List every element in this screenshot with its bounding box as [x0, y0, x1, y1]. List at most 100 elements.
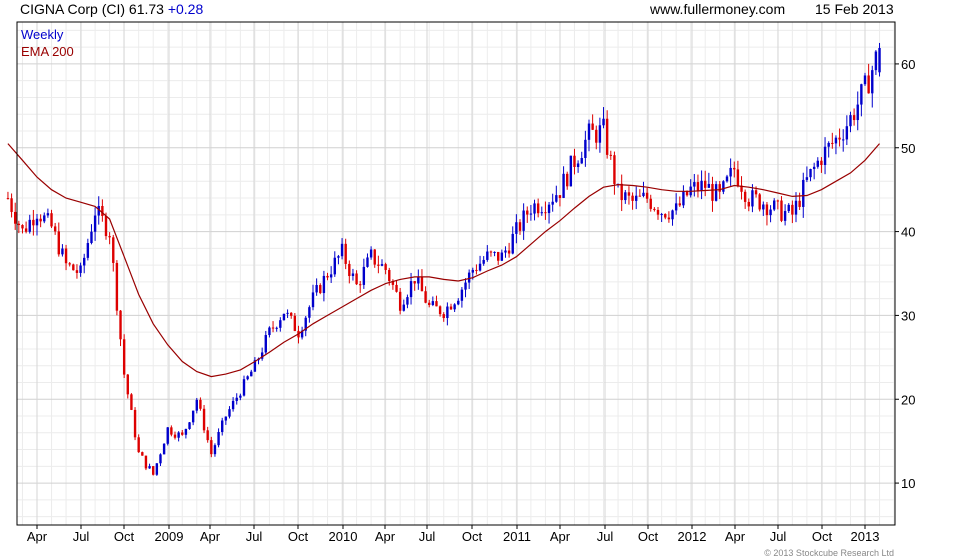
candle-body	[842, 139, 845, 141]
candle-body	[457, 300, 460, 305]
candle-body	[460, 289, 464, 301]
candle-body	[827, 142, 830, 147]
candle-body	[856, 104, 859, 121]
candle-body	[475, 269, 478, 271]
candle-body	[751, 190, 754, 207]
candle-body	[217, 431, 220, 446]
y-tick-label: 60	[901, 57, 915, 72]
candle-body	[838, 137, 841, 140]
candle-body	[435, 301, 438, 307]
candle-body	[584, 139, 587, 158]
candle-body	[35, 218, 39, 226]
candle-body	[224, 416, 228, 421]
candle-body	[704, 180, 707, 188]
candle-body	[518, 222, 522, 231]
candle-body	[620, 183, 623, 201]
candle-body	[311, 292, 315, 308]
candle-body	[500, 252, 504, 261]
candle-body	[173, 434, 177, 438]
candle-body	[162, 443, 166, 455]
candle-body	[64, 248, 68, 264]
y-tick-label: 10	[901, 476, 915, 491]
price-chart: 10 20 30 40 50 60 Apr Jul Oct 2009 Apr Jul Oct 2010 Ap…	[6, 21, 915, 544]
candle-body	[711, 183, 714, 201]
candle-body	[322, 275, 326, 294]
candle-body	[551, 201, 554, 205]
candle-body	[213, 445, 217, 455]
candle-body	[329, 274, 333, 278]
candle-body	[355, 273, 358, 285]
candle-body	[566, 173, 569, 187]
candle-body	[471, 269, 474, 273]
x-tick-label: Oct	[462, 529, 483, 544]
candle-body	[373, 249, 376, 265]
y-tick-label: 50	[901, 141, 915, 156]
candle-body	[783, 211, 787, 221]
candle-body	[595, 129, 598, 143]
candle-body	[170, 427, 173, 435]
candle-body	[424, 291, 427, 303]
candle-body	[558, 195, 562, 198]
candle-body	[526, 210, 529, 215]
candle-body	[53, 226, 57, 232]
candle-body	[340, 243, 344, 257]
candle-body	[591, 123, 594, 130]
candle-body	[32, 219, 35, 226]
candle-body	[605, 118, 609, 155]
candle-body	[598, 125, 602, 143]
candle-body	[722, 181, 725, 192]
candle-body	[286, 312, 289, 314]
candle-body	[754, 190, 758, 195]
candle-body	[863, 75, 867, 85]
candle-body	[852, 115, 856, 121]
candle-body	[493, 251, 496, 253]
x-tick-label: Jul	[597, 529, 614, 544]
candle-body	[148, 466, 151, 469]
x-tick-label: Apr	[27, 529, 48, 544]
candle-body	[166, 427, 169, 444]
candle-body	[602, 118, 605, 126]
candle-body	[130, 394, 133, 410]
candle-body	[743, 191, 747, 202]
x-tick-label: 2009	[155, 529, 184, 544]
candle-body	[631, 195, 634, 201]
candle-body	[141, 452, 144, 456]
candle-body	[805, 177, 809, 180]
candle-body	[184, 428, 188, 435]
candle-body	[486, 251, 489, 260]
candle-body	[210, 440, 213, 455]
candle-body	[10, 198, 13, 212]
candle-body	[431, 301, 435, 305]
candle-body	[773, 200, 776, 210]
candle-body	[388, 269, 391, 282]
candle-body	[533, 203, 536, 214]
candle-body	[188, 422, 191, 429]
candle-body	[409, 281, 413, 298]
candle-body	[871, 70, 874, 94]
candle-body	[231, 400, 235, 410]
candle-body	[642, 192, 645, 197]
candle-body	[453, 304, 456, 310]
x-tick-label: 2010	[329, 529, 358, 544]
candle-body	[522, 210, 525, 231]
candle-body	[242, 379, 246, 396]
candle-body	[61, 248, 64, 255]
x-tick-label: Apr	[200, 529, 221, 544]
candle-body	[28, 219, 31, 232]
candle-body	[478, 263, 482, 271]
candle-body	[769, 209, 772, 216]
candle-body	[43, 215, 46, 222]
candle-body	[315, 285, 318, 293]
candle-body	[547, 204, 551, 214]
candle-body	[282, 313, 286, 321]
candle-body	[191, 410, 195, 423]
candle-body	[206, 430, 209, 441]
candle-body	[93, 215, 97, 232]
candle-body	[820, 160, 823, 166]
chart-window: CIGNA Corp (CI) 61.73 +0.28 www.fullermo…	[0, 0, 980, 560]
candle-body	[823, 146, 827, 166]
candle-body	[159, 454, 162, 464]
candle-body	[707, 183, 711, 188]
candle-body	[119, 310, 122, 340]
candle-body	[878, 47, 881, 73]
